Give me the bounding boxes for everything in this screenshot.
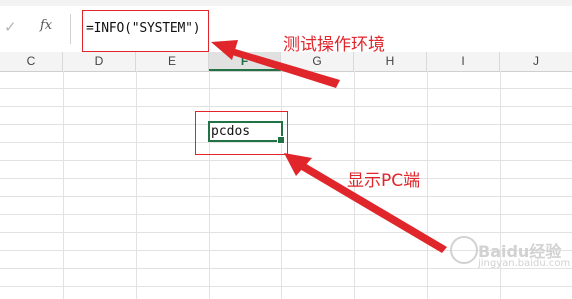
formula-highlight-box — [82, 10, 209, 52]
column-header-e[interactable]: E — [136, 52, 209, 71]
column-header-c[interactable]: C — [0, 52, 63, 71]
annotation-formula-note: 测试操作环境 — [283, 35, 385, 55]
column-header-i[interactable]: I — [427, 52, 500, 71]
result-highlight-box — [195, 111, 288, 155]
column-header-f[interactable]: F — [209, 52, 281, 71]
column-header-d[interactable]: D — [63, 52, 136, 71]
watermark-url: jingyan.baidu.com — [478, 258, 571, 269]
annotation-result-note: 显示PC端 — [347, 171, 421, 191]
column-header-row: C D E F G H I J — [0, 52, 572, 72]
watermark-paw-icon — [450, 236, 478, 264]
insert-function-button[interactable]: fx — [40, 18, 52, 33]
checkmark-icon[interactable]: ✓ — [4, 20, 20, 36]
column-header-j[interactable]: J — [500, 52, 572, 71]
formula-bar-separator — [70, 14, 71, 44]
